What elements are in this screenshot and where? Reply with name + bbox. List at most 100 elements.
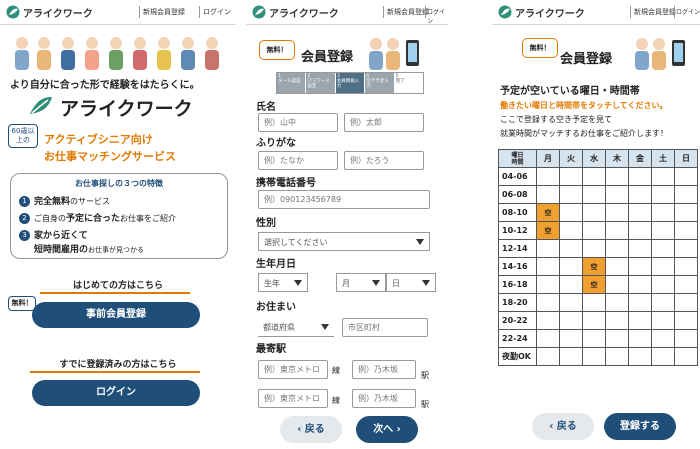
login-link[interactable]: ログイン <box>676 7 700 16</box>
schedule-cell[interactable]: 空 <box>536 203 560 222</box>
schedule-cell[interactable] <box>559 257 583 276</box>
schedule-cell[interactable] <box>582 239 606 258</box>
schedule-cell[interactable] <box>582 221 606 240</box>
gender-select[interactable]: 選択してください <box>258 232 430 251</box>
schedule-cell[interactable] <box>674 311 698 330</box>
schedule-cell[interactable] <box>651 311 675 330</box>
schedule-cell[interactable] <box>605 311 629 330</box>
schedule-cell[interactable] <box>582 293 606 312</box>
schedule-cell[interactable] <box>674 275 698 294</box>
schedule-cell[interactable] <box>651 239 675 258</box>
last-kana-input[interactable] <box>258 151 338 170</box>
pre-register-button[interactable]: 事前会員登録 <box>32 302 200 328</box>
schedule-cell[interactable] <box>605 203 629 222</box>
schedule-cell[interactable] <box>582 167 606 186</box>
schedule-cell[interactable] <box>651 257 675 276</box>
schedule-cell[interactable] <box>674 221 698 240</box>
schedule-cell[interactable] <box>582 311 606 330</box>
birth-year-select[interactable]: 生年 <box>258 273 308 292</box>
schedule-cell[interactable] <box>651 347 675 366</box>
station-input-2[interactable] <box>352 389 416 408</box>
last-name-input[interactable] <box>258 113 338 132</box>
schedule-cell[interactable] <box>605 275 629 294</box>
schedule-cell[interactable] <box>559 239 583 258</box>
schedule-cell[interactable] <box>559 347 583 366</box>
schedule-cell[interactable] <box>674 293 698 312</box>
schedule-cell[interactable] <box>536 311 560 330</box>
schedule-cell[interactable] <box>559 203 583 222</box>
schedule-cell[interactable] <box>536 329 560 348</box>
schedule-cell[interactable] <box>536 239 560 258</box>
schedule-cell[interactable] <box>605 347 629 366</box>
schedule-cell[interactable] <box>651 167 675 186</box>
first-kana-input[interactable] <box>344 151 424 170</box>
schedule-cell[interactable] <box>536 257 560 276</box>
birth-day-select[interactable]: 日 <box>386 273 436 292</box>
login-button[interactable]: ログイン <box>32 380 200 406</box>
schedule-cell[interactable] <box>674 257 698 276</box>
signup-link[interactable]: 新規会員登録 <box>387 7 429 17</box>
schedule-cell[interactable] <box>605 167 629 186</box>
schedule-cell[interactable] <box>651 221 675 240</box>
schedule-cell[interactable] <box>536 275 560 294</box>
first-name-input[interactable] <box>344 113 424 132</box>
schedule-cell[interactable]: 空 <box>536 221 560 240</box>
schedule-cell[interactable] <box>674 347 698 366</box>
schedule-cell[interactable]: 空 <box>582 257 606 276</box>
schedule-cell[interactable] <box>628 185 652 204</box>
brand-name[interactable]: アライクワーク <box>269 5 339 20</box>
schedule-cell[interactable] <box>605 257 629 276</box>
schedule-cell[interactable] <box>628 293 652 312</box>
schedule-cell[interactable] <box>651 275 675 294</box>
schedule-cell[interactable] <box>674 203 698 222</box>
schedule-cell[interactable] <box>628 275 652 294</box>
brand-name[interactable]: アライクワーク <box>515 5 585 20</box>
schedule-cell[interactable] <box>651 185 675 204</box>
line-input-1[interactable] <box>258 360 328 379</box>
schedule-cell[interactable] <box>536 347 560 366</box>
schedule-cell[interactable] <box>559 329 583 348</box>
schedule-cell[interactable] <box>559 221 583 240</box>
schedule-cell[interactable] <box>628 167 652 186</box>
signup-link[interactable]: 新規会員登録 <box>634 7 676 17</box>
next-button[interactable]: 次へ › <box>356 416 418 443</box>
schedule-cell[interactable] <box>582 185 606 204</box>
prefecture-select[interactable]: 都道府県 <box>258 318 334 337</box>
schedule-cell[interactable] <box>536 167 560 186</box>
schedule-cell[interactable] <box>582 203 606 222</box>
schedule-cell[interactable] <box>536 185 560 204</box>
schedule-cell[interactable] <box>559 311 583 330</box>
schedule-cell[interactable] <box>628 257 652 276</box>
schedule-cell[interactable] <box>674 167 698 186</box>
schedule-cell[interactable]: 空 <box>582 275 606 294</box>
city-input[interactable] <box>342 318 428 337</box>
schedule-cell[interactable] <box>651 329 675 348</box>
schedule-cell[interactable] <box>559 275 583 294</box>
signup-link[interactable]: 新規会員登録 <box>143 7 185 17</box>
schedule-cell[interactable] <box>628 329 652 348</box>
line-input-2[interactable] <box>258 389 328 408</box>
login-link[interactable]: ログイン <box>203 7 231 17</box>
brand-name[interactable]: アライクワーク <box>23 5 93 20</box>
schedule-cell[interactable] <box>651 293 675 312</box>
schedule-cell[interactable] <box>674 329 698 348</box>
schedule-cell[interactable] <box>559 185 583 204</box>
schedule-cell[interactable] <box>628 347 652 366</box>
schedule-cell[interactable] <box>605 293 629 312</box>
schedule-cell[interactable] <box>628 239 652 258</box>
schedule-cell[interactable] <box>536 293 560 312</box>
back-button[interactable]: ‹ 戻る <box>532 413 594 440</box>
back-button[interactable]: ‹ 戻る <box>280 416 342 443</box>
schedule-cell[interactable] <box>559 167 583 186</box>
schedule-cell[interactable] <box>559 293 583 312</box>
schedule-cell[interactable] <box>674 185 698 204</box>
schedule-cell[interactable] <box>628 203 652 222</box>
schedule-cell[interactable] <box>605 185 629 204</box>
schedule-cell[interactable] <box>582 347 606 366</box>
submit-button[interactable]: 登録する <box>604 413 676 440</box>
phone-input[interactable] <box>258 190 430 209</box>
schedule-cell[interactable] <box>605 329 629 348</box>
birth-month-select[interactable]: 月 <box>336 273 386 292</box>
schedule-cell[interactable] <box>605 221 629 240</box>
schedule-cell[interactable] <box>605 239 629 258</box>
